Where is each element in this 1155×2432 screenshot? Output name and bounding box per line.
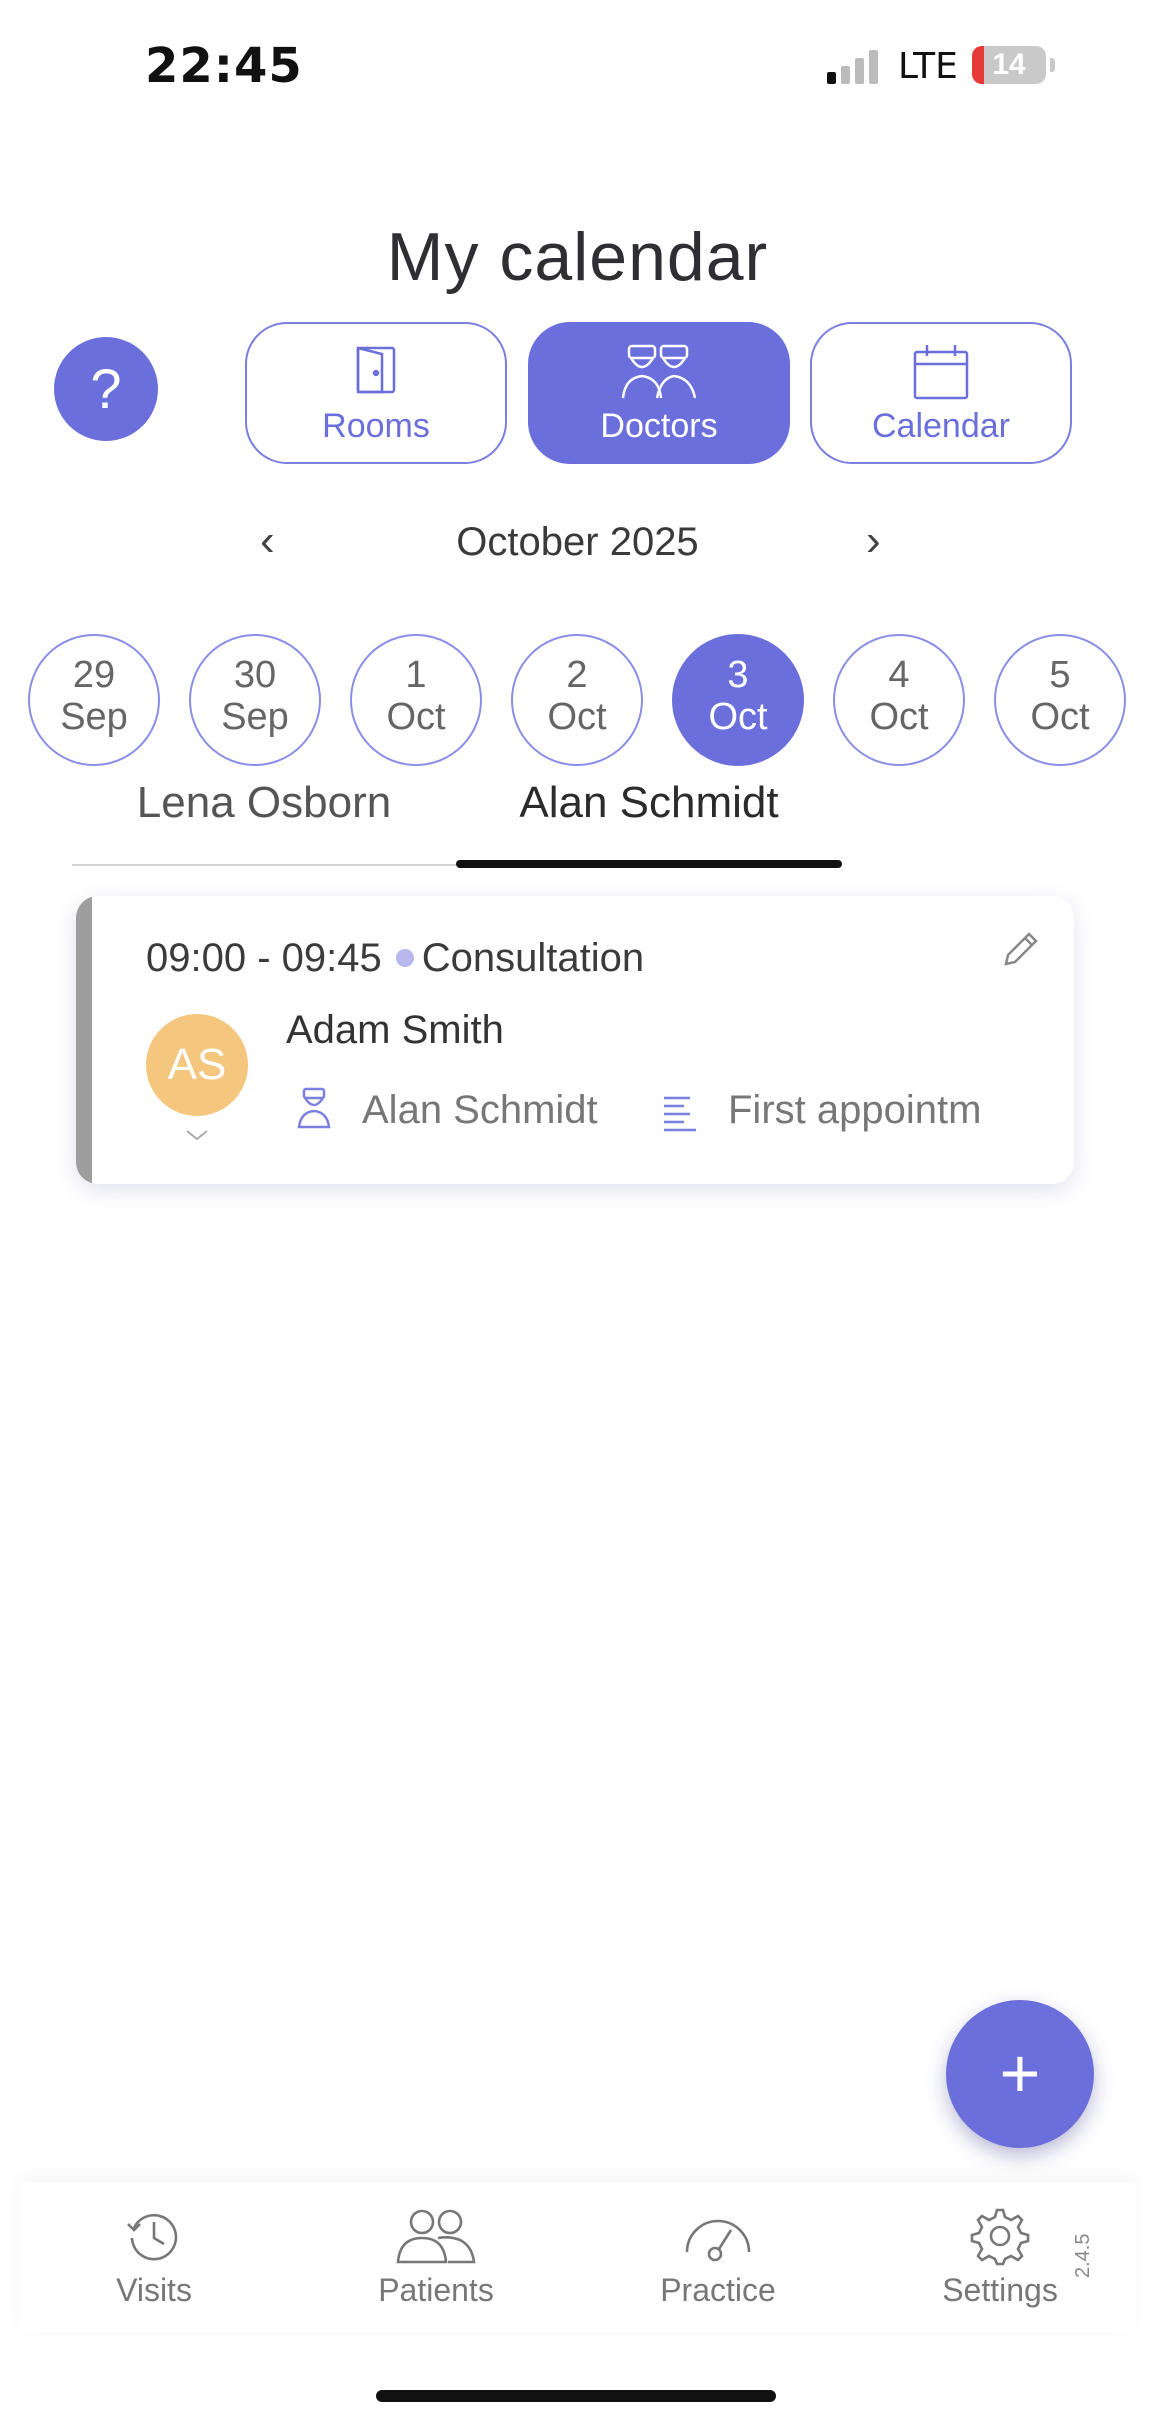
nav-visits[interactable]: Visits — [34, 2206, 274, 2309]
nav-practice-label: Practice — [660, 2272, 776, 2308]
signal-icon — [827, 48, 883, 84]
calendar-button[interactable]: Calendar — [810, 322, 1072, 464]
day-chip[interactable]: 2 Oct — [511, 634, 643, 766]
nav-patients[interactable]: Patients — [316, 2206, 556, 2309]
patient-name: Adam Smith — [286, 1008, 504, 1052]
day-chip[interactable]: 30 Sep — [189, 634, 321, 766]
day-number: 30 — [233, 654, 277, 696]
day-month: Oct — [708, 696, 768, 738]
status-time: 22:45 — [145, 38, 303, 94]
month-navigator: ‹ October 2025 › — [0, 510, 1155, 580]
door-icon — [247, 342, 505, 404]
status-bar: 22:45 LTE 14 — [0, 0, 1155, 130]
rooms-button[interactable]: Rooms — [245, 322, 507, 464]
appointment-card[interactable]: 09:00 - 09:45 Consultation AS Adam Smith … — [76, 896, 1074, 1184]
appointment-type: Consultation — [421, 936, 645, 980]
appointment-doctor: Alan Schmidt — [362, 1088, 598, 1132]
calendar-icon — [812, 342, 1070, 404]
day-selector: 29 Sep 30 Sep 1 Oct 2 Oct 3 Oct 4 Oct 5 … — [28, 634, 1128, 766]
page-title: My calendar — [386, 219, 769, 295]
day-number: 2 — [566, 654, 588, 696]
day-month: Oct — [869, 696, 929, 738]
appointment-time-row: 09:00 - 09:45 Consultation — [146, 936, 644, 981]
appointment-time: 09:00 - 09:45 — [146, 936, 382, 980]
add-appointment-button[interactable]: + — [946, 2000, 1094, 2148]
doctor-icon — [297, 1087, 331, 1129]
doctors-label: Doctors — [600, 407, 718, 445]
clock-icon — [127, 2213, 178, 2261]
chevron-down-icon[interactable] — [184, 1126, 210, 1144]
nav-practice[interactable]: Practice — [598, 2206, 838, 2309]
nav-patients-label: Patients — [378, 2272, 494, 2308]
edit-pencil-icon[interactable] — [998, 926, 1044, 972]
day-number: 3 — [727, 654, 749, 696]
home-indicator[interactable] — [376, 2390, 776, 2402]
day-number: 29 — [72, 654, 116, 696]
gauge-icon — [685, 2219, 751, 2262]
day-month: Oct — [1030, 696, 1090, 738]
network-label: LTE — [898, 46, 958, 87]
day-number: 4 — [888, 654, 910, 696]
appointment-status-bar — [76, 896, 92, 1184]
tab-lena-osborn[interactable]: Lena Osborn — [72, 778, 456, 866]
day-chip[interactable]: 29 Sep — [28, 634, 160, 766]
rooms-label: Rooms — [322, 407, 430, 445]
help-button[interactable]: ? — [54, 337, 158, 441]
patient-avatar: AS — [146, 1014, 248, 1116]
next-month-button[interactable]: › — [866, 516, 881, 566]
day-number: 1 — [405, 654, 427, 696]
gear-icon — [970, 2208, 1030, 2266]
battery-tip — [1050, 58, 1055, 72]
bottom-nav: Visits Patients Practice Settings — [20, 2182, 1135, 2332]
appointment-notes: First appointm — [728, 1088, 982, 1132]
day-month: Sep — [221, 696, 289, 738]
day-chip[interactable]: 4 Oct — [833, 634, 965, 766]
battery-level: 14 — [992, 48, 1026, 81]
tab-active-indicator — [456, 860, 842, 868]
day-month: Sep — [60, 696, 128, 738]
doctor-tabs: Lena Osborn Alan Schmidt — [72, 778, 1082, 868]
notes-icon — [664, 1096, 696, 1132]
battery-icon: 14 — [972, 46, 1046, 84]
doctors-button[interactable]: Doctors — [528, 322, 790, 464]
day-number: 5 — [1049, 654, 1071, 696]
type-dot-icon — [395, 949, 414, 968]
day-chip-selected[interactable]: 3 Oct — [672, 634, 804, 766]
calendar-label: Calendar — [872, 407, 1010, 445]
nav-visits-label: Visits — [116, 2272, 192, 2308]
day-chip[interactable]: 1 Oct — [350, 634, 482, 766]
month-label: October 2025 — [456, 520, 699, 564]
tab-alan-schmidt[interactable]: Alan Schmidt — [456, 778, 842, 866]
doctors-icon — [530, 342, 788, 404]
day-month: Oct — [386, 696, 446, 738]
day-month: Oct — [547, 696, 607, 738]
app-version: 2.4.5 — [1072, 2233, 1094, 2278]
day-chip[interactable]: 5 Oct — [994, 634, 1126, 766]
people-icon — [396, 2209, 476, 2264]
